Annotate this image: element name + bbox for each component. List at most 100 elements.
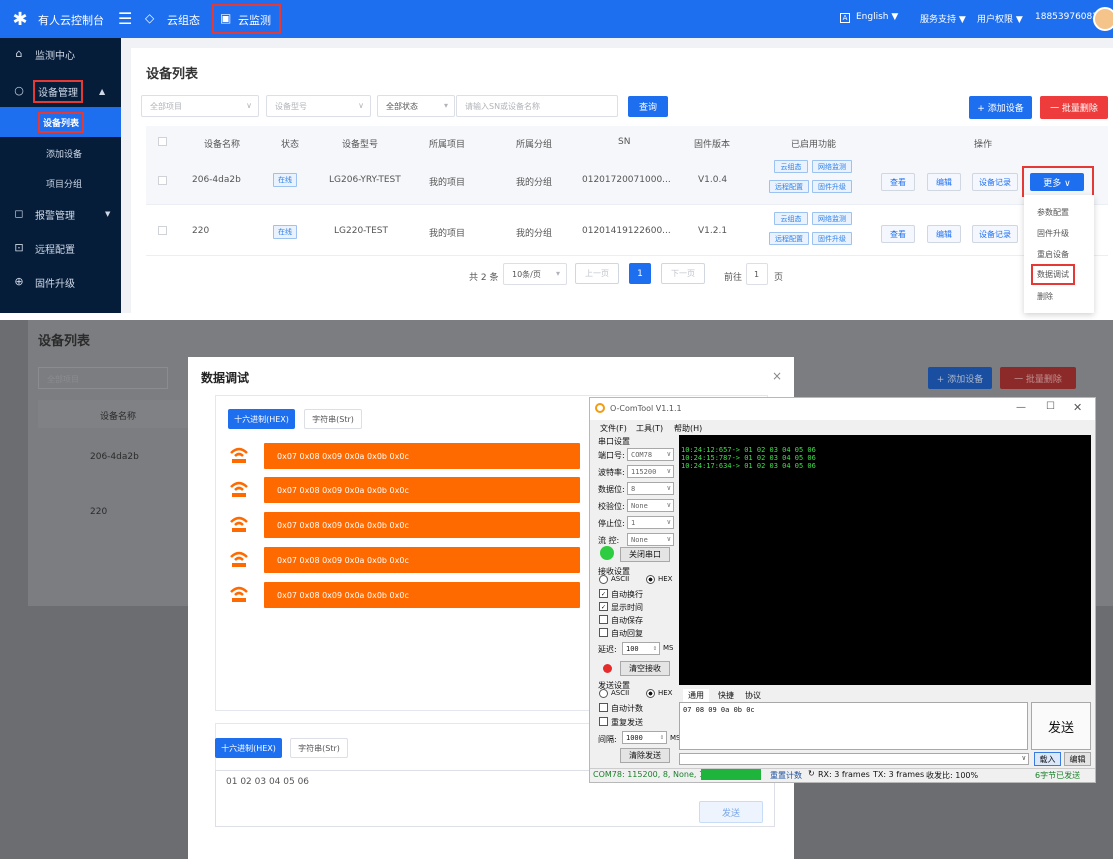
sidebar-item-remote-config[interactable]: ⊡ 远程配置 [0, 232, 121, 264]
next-page-button[interactable]: 下一页 [661, 263, 705, 284]
port-select[interactable]: COM78 ∨ [627, 448, 674, 461]
view-button[interactable]: 查看 [881, 173, 915, 191]
send-tab-str[interactable]: 字符串(Str) [290, 738, 348, 758]
page-size-select[interactable]: 10条/页 ▾ [503, 263, 567, 285]
send-button[interactable]: 发送 [1031, 702, 1091, 750]
device-icon: ○ [14, 84, 24, 97]
close-port-button[interactable]: 关闭串口 [620, 547, 670, 562]
firmware-version: V1.2.1 [698, 226, 728, 236]
clear-send-button[interactable]: 清除发送 [620, 748, 670, 763]
nav-cloud-monitor[interactable]: ▣ 云监测 [212, 4, 281, 34]
add-device-button[interactable]: + 添加设备 [969, 96, 1032, 119]
sidebar-item-alarm[interactable]: ◻ 报警管理 ▼ [0, 198, 121, 230]
prev-page-button[interactable]: 上一页 [575, 263, 619, 284]
menu-file[interactable]: 文件(F) [600, 423, 627, 434]
row-checkbox[interactable] [158, 176, 167, 185]
close-icon[interactable]: ✕ [1073, 401, 1082, 414]
load-button[interactable]: 载入 [1034, 752, 1061, 766]
home-icon: ⌂ [15, 47, 23, 60]
view-button[interactable]: 查看 [881, 225, 915, 243]
minimize-icon[interactable]: — [1016, 402, 1026, 413]
select-all-checkbox[interactable] [158, 137, 167, 146]
send-tab-general[interactable]: 通用 [683, 689, 709, 702]
send-ascii-radio[interactable] [599, 689, 608, 698]
page-1-button[interactable]: 1 [629, 263, 651, 284]
delay-input[interactable]: 100 ⇕ [622, 642, 660, 655]
device-record-button[interactable]: 设备记录 [972, 225, 1018, 243]
query-button[interactable]: 查询 [628, 96, 668, 117]
menu-toggle-icon[interactable]: ☰ [118, 9, 132, 28]
menu-delete[interactable]: 删除 [1037, 291, 1053, 302]
repeat-send-checkbox[interactable] [599, 717, 608, 726]
auto-count-checkbox[interactable] [599, 703, 608, 712]
status-ratio: 收发比: 100% [926, 771, 979, 780]
edit-button[interactable]: 编辑 [927, 173, 961, 191]
recv-ascii-radio[interactable] [599, 575, 608, 584]
reset-count-link[interactable]: 重置计数 [770, 770, 802, 781]
show-time-checkbox[interactable]: ✓ [599, 602, 608, 611]
sidebar-item-device-list[interactable]: 设备列表 [0, 107, 121, 137]
goto-page-input[interactable]: 1 [746, 263, 768, 285]
support-menu[interactable]: 服务支持 ▼ [920, 12, 966, 25]
row-checkbox[interactable] [158, 226, 167, 235]
send-area[interactable]: 07 08 09 0a 0b 0c [679, 702, 1028, 750]
hex-message: 0x07 0x08 0x09 0x0a 0x0b 0x0c [264, 582, 580, 608]
edit-button[interactable]: 编辑 [1064, 752, 1091, 766]
send-hex-radio[interactable] [646, 689, 655, 698]
interval-input[interactable]: 1000 ⇕ [622, 731, 667, 744]
tab-hex[interactable]: 十六进制(HEX) [228, 409, 295, 429]
menu-firmware-upgrade[interactable]: 固件升级 [1037, 228, 1069, 239]
project-select[interactable]: 全部项目 ∨ [141, 95, 259, 117]
tab-str[interactable]: 字符串(Str) [304, 409, 362, 429]
databits-select[interactable]: 8 ∨ [627, 482, 674, 495]
device-list-screenshot: ✱ 有人云控制台 ☰ ◇ 云组态 ▣ 云监测 A English ▼ 服务支持 … [0, 0, 1113, 313]
send-tab-hex[interactable]: 十六进制(HEX) [215, 738, 282, 758]
permission-menu[interactable]: 用户权限 ▼ [977, 12, 1023, 25]
device-record-button[interactable]: 设备记录 [972, 173, 1018, 191]
signal-icon [230, 551, 248, 567]
sidebar-item-project-group[interactable]: 项目分组 [0, 168, 121, 198]
search-input[interactable]: 请输入SN或设备名称 [456, 95, 618, 117]
baud-select[interactable]: 115200 ∨ [627, 465, 674, 478]
menu-tools[interactable]: 工具(T) [636, 423, 663, 434]
maximize-icon[interactable]: ☐ [1046, 401, 1055, 412]
sidebar-item-monitor-center[interactable]: ⌂ 监测中心 [0, 38, 121, 70]
menu-restart-device[interactable]: 重启设备 [1037, 249, 1069, 260]
nav-cloud-config[interactable]: 云组态 [167, 12, 200, 28]
status-select[interactable]: 全部状态 ▾ [377, 95, 455, 117]
auto-reply-checkbox[interactable] [599, 628, 608, 637]
history-select[interactable]: ∨ [679, 753, 1029, 765]
chevron-down-icon: ∨ [666, 501, 671, 509]
auto-save-checkbox[interactable] [599, 615, 608, 624]
sidebar-item-device-management[interactable]: ○ 设备管理 ▲ [0, 75, 121, 107]
edit-button[interactable]: 编辑 [927, 225, 961, 243]
close-icon[interactable]: × [772, 369, 782, 383]
send-tab-quick[interactable]: 快捷 [713, 689, 739, 702]
recv-hex-radio[interactable] [646, 575, 655, 584]
sidebar-item-firmware[interactable]: ⊕ 固件升级 [0, 266, 121, 298]
auto-reply-label: 自动回复 [611, 629, 643, 638]
auto-newline-checkbox[interactable]: ✓ [599, 589, 608, 598]
language-select[interactable]: English ▼ [856, 12, 898, 22]
more-button[interactable]: 更多 ∨ [1030, 173, 1084, 191]
send-tab-protocol[interactable]: 协议 [740, 689, 766, 702]
parity-select[interactable]: None ∨ [627, 499, 674, 512]
clear-receive-button[interactable]: 清空接收 [620, 661, 670, 676]
avatar[interactable] [1093, 7, 1113, 31]
log-line: 10:24:17:634-> 01 02 03 04 05 06 [681, 462, 816, 470]
page-unit: 页 [774, 273, 784, 283]
sidebar-item-add-device[interactable]: 添加设备 [0, 138, 121, 168]
sidebar-item-label: 设备管理 [33, 79, 83, 103]
send-button[interactable]: 发送 [699, 801, 763, 823]
sidebar-item-label: 报警管理 [35, 210, 75, 222]
flow-select[interactable]: None ∨ [627, 533, 674, 546]
stopbits-select[interactable]: 1 ∨ [627, 516, 674, 529]
batch-delete-button[interactable]: 一 批量删除 [1040, 96, 1108, 119]
menu-data-debug[interactable]: 数据调试 [1031, 264, 1075, 285]
repeat-send-label: 重复发送 [611, 718, 643, 727]
menu-param-config[interactable]: 参数配置 [1037, 207, 1069, 218]
device-group: 我的分组 [516, 229, 553, 239]
model-select[interactable]: 设备型号 ∨ [266, 95, 371, 117]
feature-tag: 网络监测 [812, 212, 852, 225]
menu-help[interactable]: 帮助(H) [674, 423, 702, 434]
